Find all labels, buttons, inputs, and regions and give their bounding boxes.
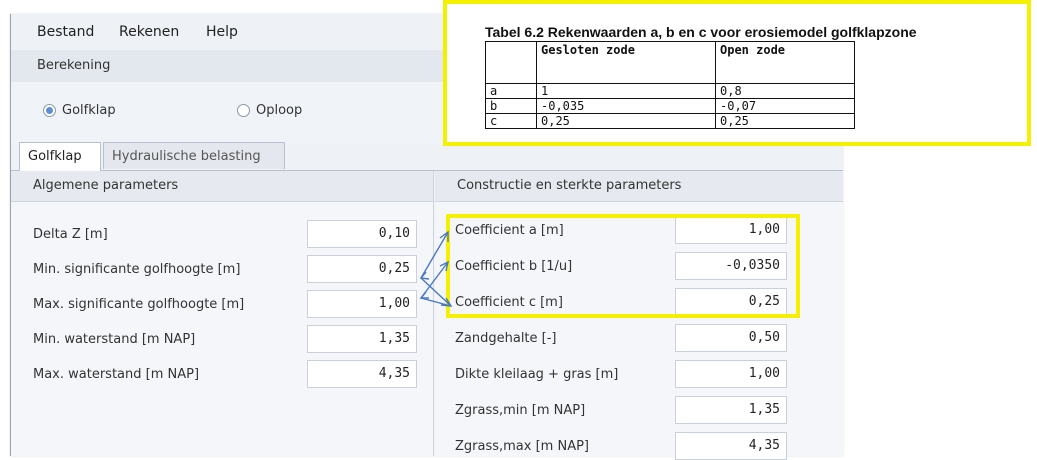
arrow-icon [419,230,453,307]
annotation-arrows [419,230,453,307]
